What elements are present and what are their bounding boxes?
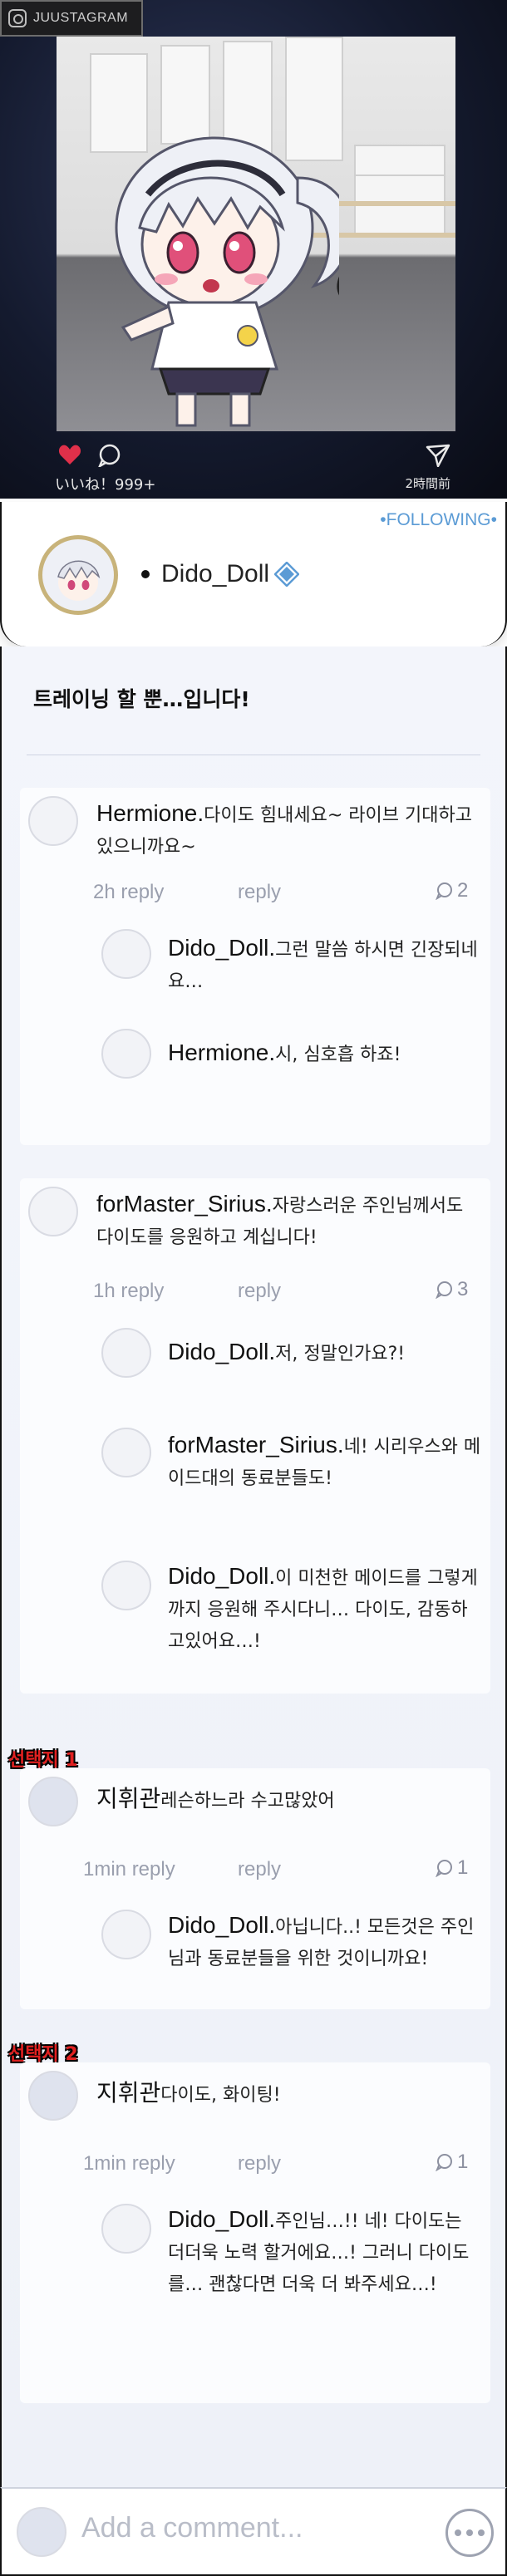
comment-bubble-icon[interactable] (98, 444, 121, 467)
reply-body: Hermione.시, 심호흡 하죠! (168, 1037, 484, 1071)
reply-button[interactable]: reply (238, 1280, 281, 1303)
comment-body: 지휘관다이도, 화이팅! (96, 2077, 479, 2111)
avatar[interactable] (101, 1029, 151, 1079)
reply-body: Dido_Doll.그런 말씀 하시면 긴장되네요… (168, 932, 484, 998)
reply-count-value: 2 (457, 879, 469, 902)
post-media-area: JUUSTAGRAM いいね！999+ 2時間前 (0, 0, 507, 499)
comment-body: forMaster_Sirius.자랑스러운 주인님께서도 다이도를 응원하고 … (96, 1188, 479, 1254)
comment-thread: 지휘관레슨하느라 수고많았어 1min reply reply 1 Dido_D… (20, 1768, 490, 2009)
reply-username[interactable]: Dido_Doll. (168, 1339, 275, 1364)
comment-body: Hermione.다이도 힘내세요~ 라이브 기대하고 있으니까요~ (96, 798, 479, 863)
reply-body: forMaster_Sirius.네! 시리우스와 메이드대의 동료분들도! (168, 1429, 484, 1495)
comment-username[interactable]: Hermione. (96, 800, 204, 826)
reply-button[interactable]: reply (238, 881, 281, 904)
profile-name[interactable]: Dido_Doll (161, 560, 269, 588)
room-shelf (354, 145, 445, 236)
verified-badge-icon (274, 562, 300, 587)
reply-count-value: 3 (457, 1278, 469, 1300)
avatar[interactable] (17, 2507, 66, 2557)
reply-username[interactable]: Dido_Doll. (168, 1563, 275, 1589)
reply-body: Dido_Doll.아닙니다..! 모든것은 주인님과 동료분들을 위한 것이니… (168, 1910, 484, 1975)
camera-logo-icon (8, 9, 27, 27)
avatar[interactable] (101, 929, 151, 979)
heart-icon[interactable] (58, 444, 81, 465)
comment-bubble-icon (436, 882, 452, 900)
online-dot-icon (141, 570, 150, 578)
reply-username[interactable]: forMaster_Sirius. (168, 1432, 344, 1458)
comment-time: 1h reply (93, 1280, 165, 1302)
avatar[interactable] (28, 1187, 78, 1236)
comment-body: 지휘관레슨하느라 수고많았어 (96, 1783, 479, 1817)
avatar[interactable] (101, 1328, 151, 1378)
paper-plane-icon[interactable] (426, 444, 450, 467)
reply-text: 저, 정말인가요?! (275, 1344, 406, 1364)
comment-feed: 트레이닝 할 뿐…입니다! Hermione.다이도 힘내세요~ 라이브 기대하… (0, 646, 507, 2487)
avatar-portrait-icon (50, 551, 106, 607)
comment-username[interactable]: 지휘관 (96, 1786, 160, 1812)
avatar[interactable] (101, 1910, 151, 1959)
avatar[interactable] (28, 1777, 78, 1826)
comment-time: 1min reply (83, 1858, 175, 1880)
avatar[interactable] (38, 535, 118, 615)
reply-count-value: 1 (457, 1856, 469, 1879)
reply-username[interactable]: Dido_Doll. (168, 2206, 275, 2232)
reply-count[interactable]: 1 (436, 2151, 468, 2174)
reply-username[interactable]: Dido_Doll. (168, 935, 275, 961)
comment-input[interactable]: Add a comment... (81, 2512, 303, 2544)
comment-username[interactable]: forMaster_Sirius. (96, 1191, 273, 1217)
reply-username[interactable]: Dido_Doll. (168, 1912, 275, 1938)
comment-bubble-icon (436, 1281, 452, 1299)
post-caption: 트레이닝 할 뿐…입니다! (33, 687, 250, 711)
more-dots-icon[interactable] (445, 2509, 494, 2557)
comment-thread: forMaster_Sirius.자랑스러운 주인님께서도 다이도를 응원하고 … (20, 1178, 490, 1694)
reply-text: 시, 심호흡 하죠! (275, 1045, 401, 1065)
comment-time: 2h reply (93, 881, 165, 903)
reply-button[interactable]: reply (238, 2152, 281, 2175)
avatar[interactable] (101, 1428, 151, 1477)
avatar[interactable] (28, 2071, 78, 2121)
following-button[interactable]: •FOLLOWING• (380, 510, 497, 530)
comment-text: 레슨하느라 수고많았어 (160, 1791, 335, 1812)
like-count[interactable]: いいね！999+ (55, 473, 155, 494)
comment-thread: 지휘관다이도, 화이팅! 1min reply reply 1 Dido_Dol… (20, 2062, 490, 2403)
avatar[interactable] (28, 796, 78, 846)
app-name: JUUSTAGRAM (33, 11, 129, 25)
reply-count[interactable]: 1 (436, 1856, 468, 1880)
comment-composer: Add a comment... (0, 2487, 507, 2576)
comment-thread: Hermione.다이도 힘내세요~ 라이브 기대하고 있으니까요~ 2h re… (20, 788, 490, 1145)
avatar[interactable] (101, 1561, 151, 1610)
reply-username[interactable]: Hermione. (168, 1040, 275, 1065)
post-time: 2時間前 (405, 476, 450, 491)
chibi-character-illustration (115, 136, 339, 427)
reply-button[interactable]: reply (238, 1858, 281, 1881)
post-photo (57, 37, 455, 431)
comment-bubble-icon (436, 1860, 452, 1877)
app-tag: JUUSTAGRAM (0, 0, 143, 37)
comment-text: 다이도, 화이팅! (160, 2085, 281, 2106)
comment-time: 1min reply (83, 2152, 175, 2175)
profile-header: •FOLLOWING• Dido_Doll (0, 502, 507, 646)
comment-username[interactable]: 지휘관 (96, 2080, 160, 2106)
comment-bubble-icon (436, 2154, 452, 2171)
reply-body: Dido_Doll.저, 정말인가요?! (168, 1336, 484, 1370)
avatar[interactable] (101, 2204, 151, 2254)
reply-body: Dido_Doll.주인님…!! 네! 다이도는 더더욱 노력 할거에요…! 그… (168, 2204, 484, 2301)
post-actions: いいね！999+ 2時間前 (0, 436, 507, 494)
profile-name-row: Dido_Doll (141, 560, 300, 588)
reply-body: Dido_Doll.이 미천한 메이드를 그렇게까지 응원해 주시다니… 다이도… (168, 1561, 484, 1658)
reply-count[interactable]: 3 (436, 1278, 468, 1301)
reply-count[interactable]: 2 (436, 879, 468, 902)
reply-count-value: 1 (457, 2151, 469, 2173)
